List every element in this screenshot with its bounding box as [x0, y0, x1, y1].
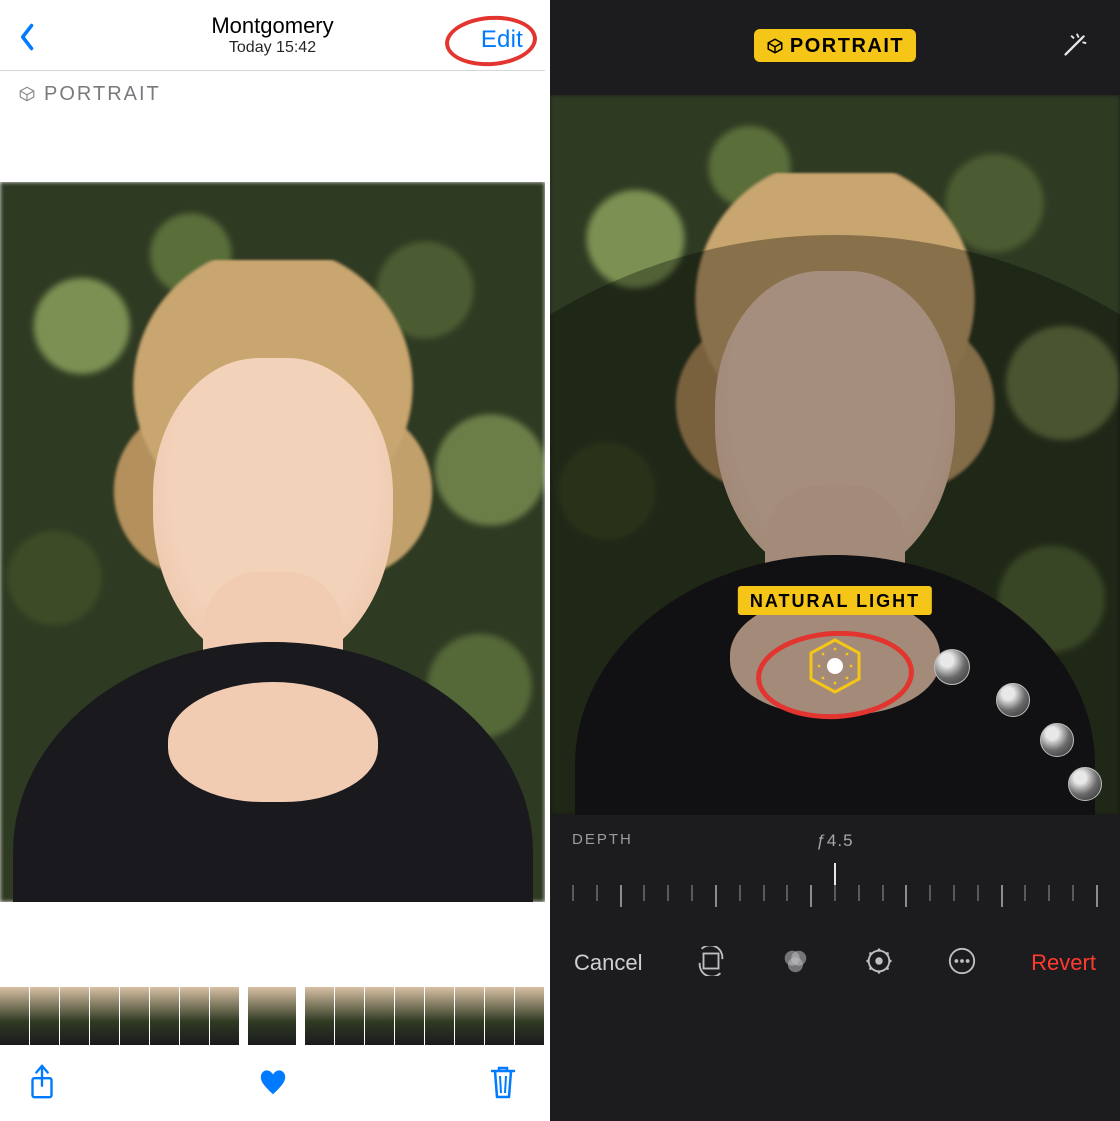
- favorite-button[interactable]: [257, 1063, 289, 1106]
- edit-button[interactable]: Edit: [481, 26, 523, 54]
- thumbnail[interactable]: [335, 987, 365, 1045]
- thumbnail[interactable]: [0, 987, 30, 1045]
- photo-timestamp: Today 15:42: [211, 39, 333, 57]
- cancel-button[interactable]: Cancel: [574, 950, 642, 976]
- lighting-effect-label: NATURAL LIGHT: [738, 586, 932, 615]
- filters-icon: [780, 946, 810, 976]
- magic-wand-icon: [1058, 30, 1090, 62]
- adjust-dial-icon: [864, 946, 894, 976]
- thumbnail[interactable]: [180, 987, 210, 1045]
- thumbnail[interactable]: [90, 987, 120, 1045]
- thumbnail[interactable]: [120, 987, 150, 1045]
- revert-button[interactable]: Revert: [1031, 950, 1096, 976]
- lighting-cube-icon: [803, 634, 867, 698]
- thumbnail[interactable]: [150, 987, 180, 1045]
- share-icon: [26, 1063, 58, 1101]
- photo-editor-pane: PORTRAIT NATURAL LIGHT: [550, 0, 1120, 1121]
- photo-preview[interactable]: [0, 182, 545, 902]
- filters-button[interactable]: [780, 946, 810, 981]
- depth-slider[interactable]: [572, 863, 1098, 905]
- adjust-button[interactable]: [864, 946, 894, 981]
- thumbnail[interactable]: [305, 987, 335, 1045]
- thumbnail[interactable]: [30, 987, 60, 1045]
- lighting-option[interactable]: [934, 649, 970, 685]
- trash-icon: [487, 1063, 519, 1101]
- cube-icon: [18, 85, 36, 103]
- thumbnail[interactable]: [210, 987, 240, 1045]
- heart-icon: [257, 1063, 289, 1101]
- chevron-left-icon: [18, 22, 38, 52]
- thumbnail[interactable]: [425, 987, 455, 1045]
- thumbnail[interactable]: [395, 987, 425, 1045]
- header-title-block: Montgomery Today 15:42: [211, 13, 333, 57]
- share-button[interactable]: [26, 1063, 58, 1106]
- lighting-option[interactable]: [996, 683, 1030, 717]
- thumbnail[interactable]: [455, 987, 485, 1045]
- thumbnail[interactable]: [515, 987, 545, 1045]
- thumbnail[interactable]: [485, 987, 515, 1045]
- delete-button[interactable]: [487, 1063, 519, 1106]
- editor-toolbar: Cancel Revert: [550, 921, 1120, 1005]
- portrait-mode-badge[interactable]: PORTRAIT: [754, 29, 916, 62]
- crop-button[interactable]: [696, 946, 726, 981]
- depth-control: DEPTH ƒ4.5: [550, 815, 1120, 921]
- portrait-badge-label: PORTRAIT: [790, 35, 904, 58]
- viewer-toolbar: [0, 1047, 545, 1121]
- thumbnail-selected[interactable]: [248, 987, 298, 1045]
- cube-icon: [766, 37, 784, 55]
- lighting-option[interactable]: [1040, 723, 1074, 757]
- more-button[interactable]: [947, 946, 977, 981]
- lighting-dial-arc: [550, 235, 1120, 815]
- thumbnail[interactable]: [365, 987, 395, 1045]
- editor-header: PORTRAIT: [550, 0, 1120, 90]
- more-icon: [947, 946, 977, 976]
- portrait-badge-row: PORTRAIT: [0, 71, 545, 117]
- portrait-label: PORTRAIT: [44, 83, 161, 106]
- lighting-option[interactable]: [1068, 767, 1102, 801]
- f-stop-value: ƒ4.5: [816, 831, 853, 851]
- photo-placeholder: [0, 182, 545, 902]
- back-button[interactable]: [18, 22, 38, 57]
- auto-enhance-button[interactable]: [1058, 30, 1090, 67]
- photos-viewer-pane: Montgomery Today 15:42 Edit PORTRAIT: [0, 0, 545, 1121]
- editor-photo-preview[interactable]: NATURAL LIGHT: [550, 95, 1120, 815]
- crop-rotate-icon: [696, 946, 726, 976]
- depth-label: DEPTH: [572, 831, 633, 848]
- thumbnail-strip[interactable]: [0, 985, 545, 1047]
- lighting-effect-selector[interactable]: [803, 634, 867, 703]
- album-title: Montgomery: [211, 13, 333, 39]
- viewer-header: Montgomery Today 15:42 Edit: [0, 0, 545, 71]
- thumbnail[interactable]: [60, 987, 90, 1045]
